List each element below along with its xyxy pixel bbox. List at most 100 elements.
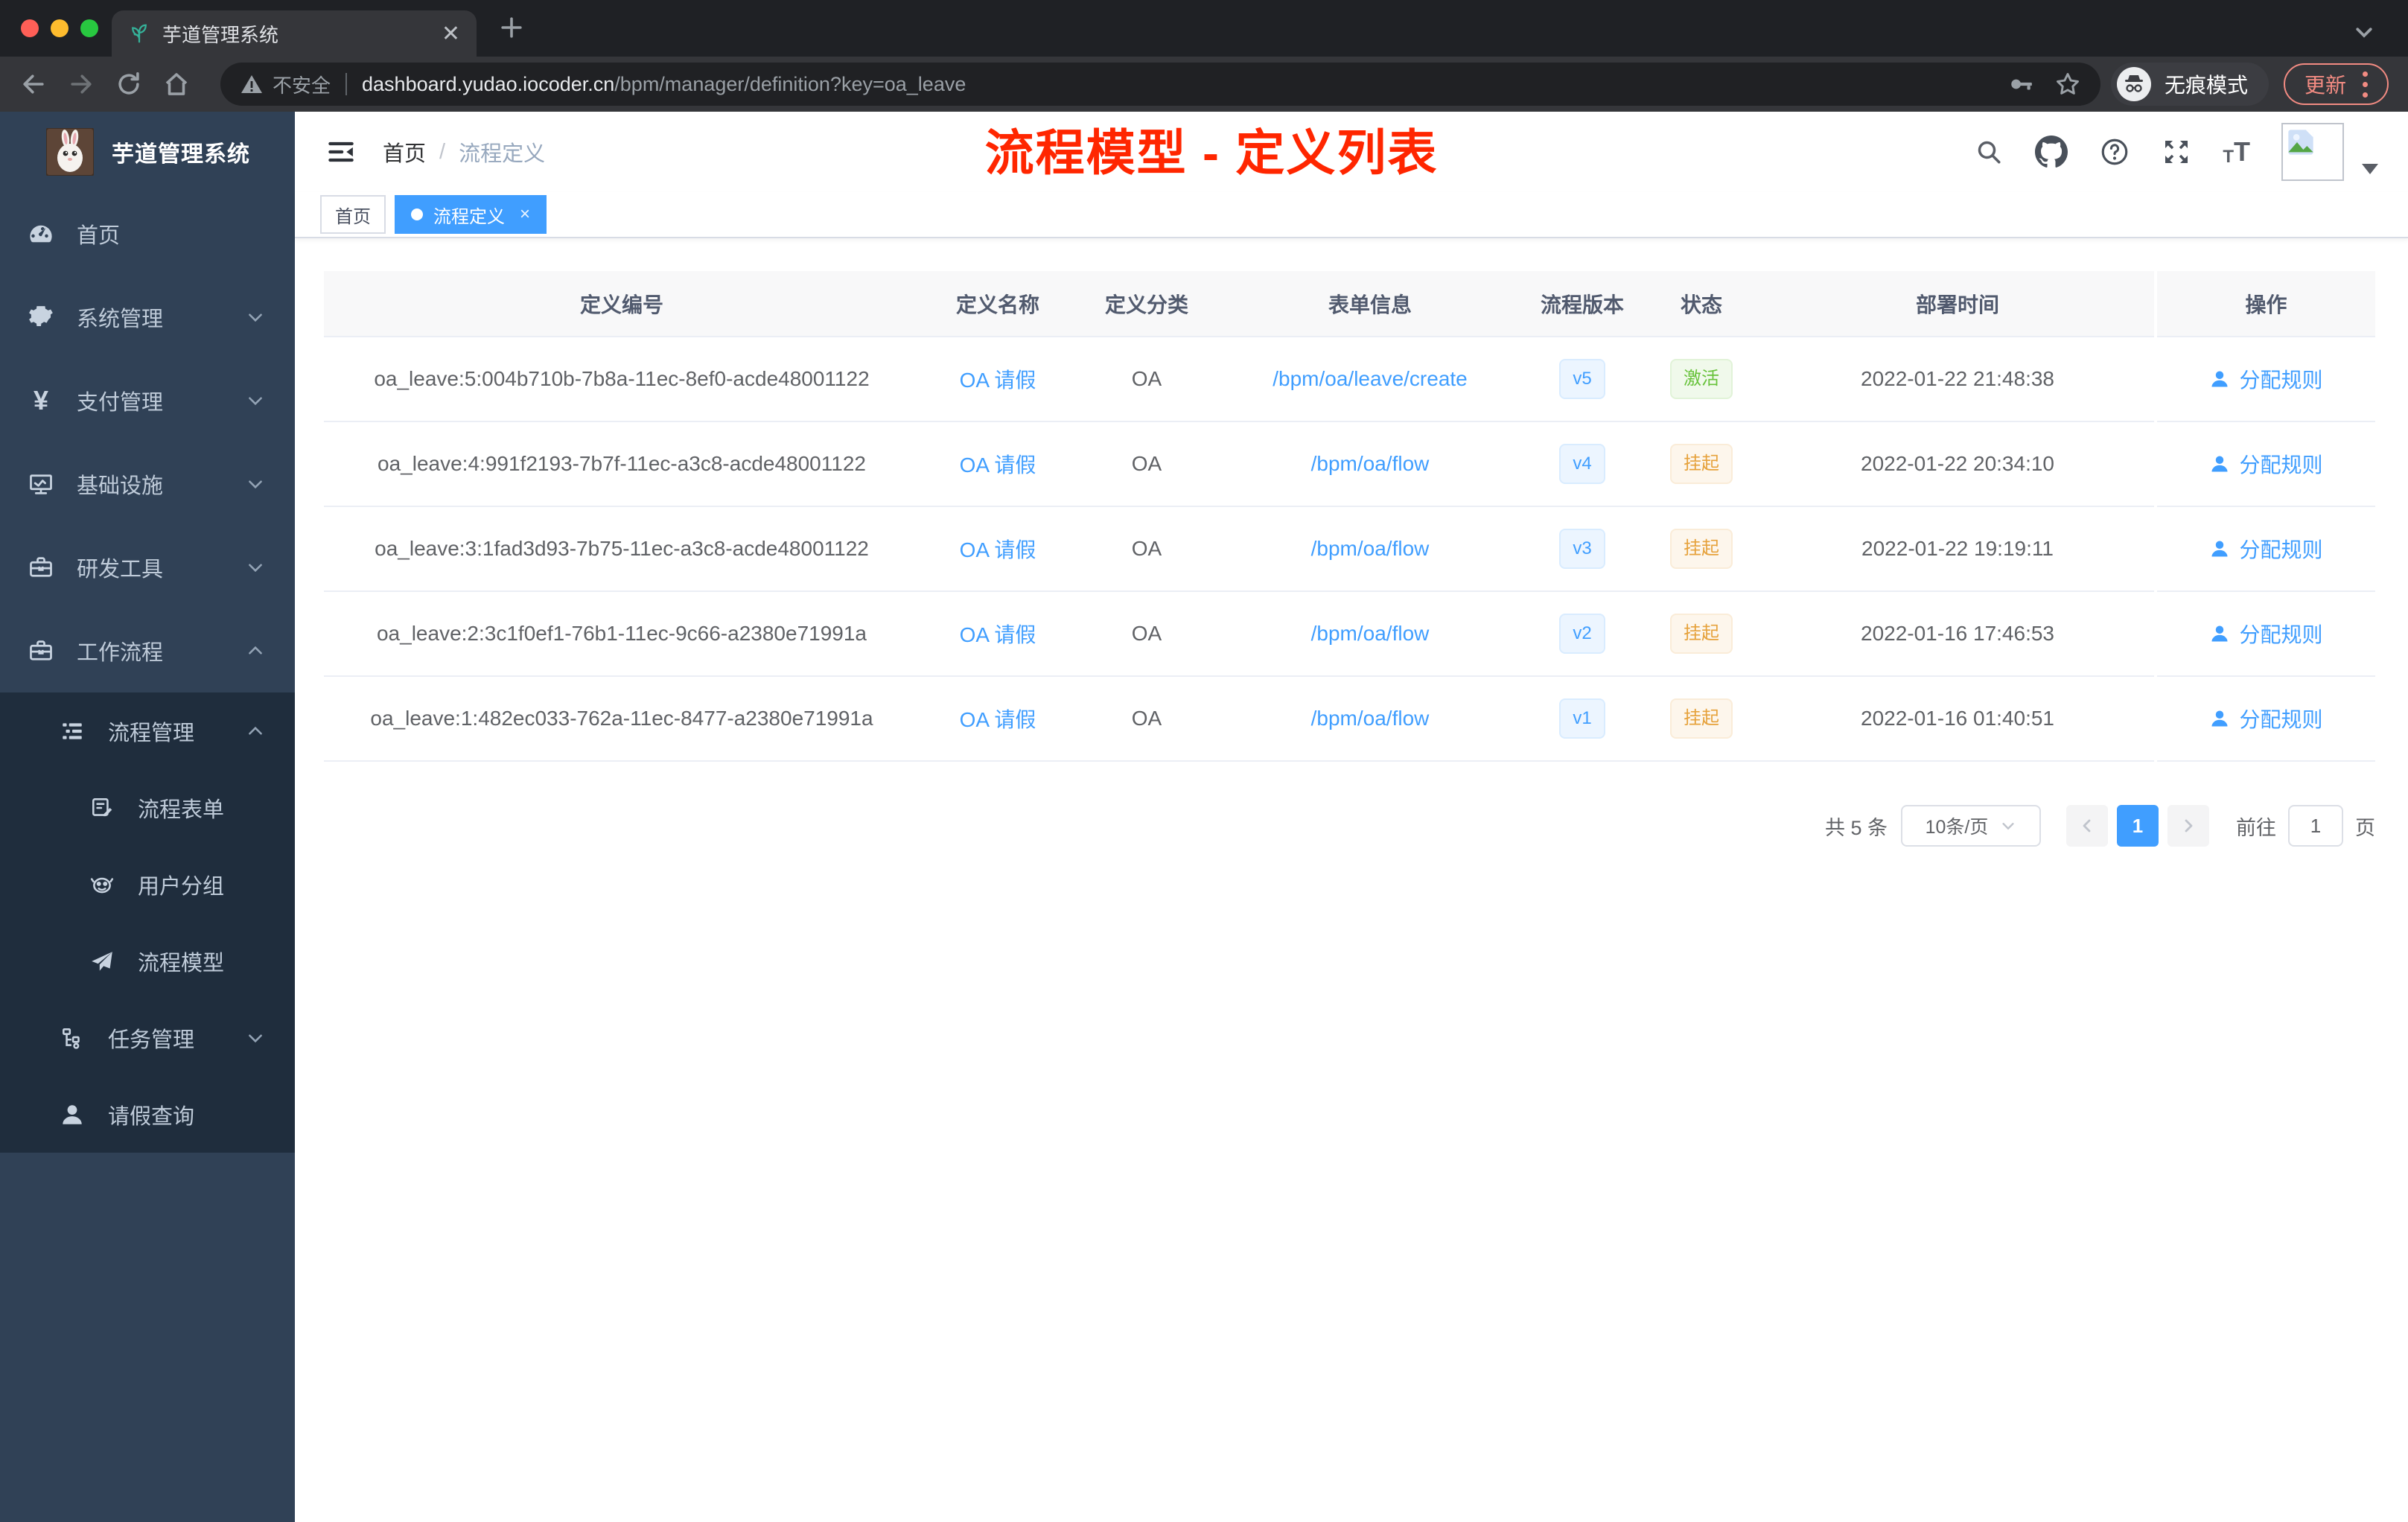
tab-title: 芋道管理系统	[162, 23, 279, 46]
browser-tabstrip: 芋道管理系统 ✕	[0, 0, 2408, 57]
sidebar-item-payment[interactable]: ¥ 支付管理	[0, 359, 295, 442]
sidebar-item-infrastructure[interactable]: 基础设施	[0, 442, 295, 526]
back-button[interactable]	[19, 70, 48, 98]
fullscreen-icon[interactable]	[2162, 137, 2191, 167]
bookmark-star-icon[interactable]	[2054, 71, 2081, 98]
toolbox-icon	[25, 554, 57, 581]
form-info-link[interactable]: /bpm/oa/flow	[1311, 622, 1430, 645]
url-bar[interactable]: 不安全 dashboard.yudao.iocoder.cn/bpm/manag…	[220, 63, 2100, 106]
search-icon[interactable]	[1974, 137, 2004, 167]
version-badge: v3	[1559, 529, 1605, 569]
new-tab-button[interactable]	[497, 13, 526, 45]
version-badge: v1	[1559, 698, 1605, 739]
table-row: oa_leave:5:004b710b-7b8a-11ec-8ef0-acde4…	[324, 337, 2375, 422]
definition-name-link[interactable]: OA 请假	[960, 623, 1036, 646]
cell-category: OA	[1076, 506, 1217, 592]
prev-page-button[interactable]	[2066, 805, 2108, 847]
browser-update-button[interactable]: 更新	[2283, 63, 2389, 105]
chevron-down-icon	[2000, 818, 2016, 834]
sidebar-collapse-icon[interactable]	[325, 136, 357, 168]
breadcrumb-current: 流程定义	[459, 142, 546, 166]
definition-name-link[interactable]: OA 请假	[960, 538, 1036, 561]
sidebar-item-label: 工作流程	[77, 641, 164, 665]
form-info-link[interactable]: /bpm/oa/flow	[1311, 537, 1430, 560]
window-minimize-button[interactable]	[51, 19, 69, 37]
sidebar-item-home[interactable]: 首页	[0, 192, 295, 276]
url-separator	[345, 73, 348, 95]
sidebar-item-process-form[interactable]: 流程表单	[0, 769, 295, 846]
tab-close-icon[interactable]: ✕	[442, 21, 460, 47]
next-page-button[interactable]	[2167, 805, 2209, 847]
breadcrumb-home[interactable]: 首页	[383, 136, 426, 168]
chevron-down-icon	[246, 391, 265, 410]
tag-close-icon[interactable]: ×	[520, 204, 530, 225]
password-key-icon[interactable]	[2008, 71, 2033, 97]
sidebar-item-leave-query[interactable]: 请假查询	[0, 1076, 295, 1153]
font-size-icon[interactable]: TT	[2223, 136, 2250, 168]
status-badge: 激活	[1670, 359, 1733, 399]
sidebar-item-process-management[interactable]: 流程管理	[0, 692, 295, 769]
definition-name-link[interactable]: OA 请假	[960, 369, 1036, 392]
insecure-warning-icon[interactable]	[240, 72, 264, 96]
col-actions: 操作	[2154, 271, 2375, 337]
sidebar-item-system[interactable]: 系统管理	[0, 276, 295, 359]
avatar[interactable]	[2281, 123, 2344, 181]
definition-name-link[interactable]: OA 请假	[960, 708, 1036, 731]
table-row: oa_leave:2:3c1f0ef1-76b1-11ec-9c66-a2380…	[324, 591, 2375, 677]
page-content: 定义编号 定义名称 定义分类 表单信息 流程版本 状态 部署时间 操作 oa_l…	[295, 238, 2408, 1522]
home-button[interactable]	[162, 70, 191, 98]
chevron-up-icon	[246, 722, 265, 741]
tree-icon	[56, 1025, 89, 1051]
assign-rule-button[interactable]: 分配规则	[2209, 619, 2323, 649]
app-logo	[46, 128, 94, 176]
page-size-select[interactable]: 10条/页	[1901, 805, 2041, 847]
breadcrumb-separator: /	[439, 139, 446, 164]
incognito-icon	[2116, 67, 2151, 101]
sidebar-item-process-model[interactable]: 流程模型	[0, 923, 295, 999]
browser-toolbar: 不安全 dashboard.yudao.iocoder.cn/bpm/manag…	[0, 57, 2408, 112]
window-close-button[interactable]	[21, 19, 39, 37]
user-icon	[2211, 541, 2228, 556]
cell-category: OA	[1076, 591, 1217, 677]
form-info-link[interactable]: /bpm/oa/flow	[1311, 707, 1430, 730]
assign-rule-button[interactable]: 分配规则	[2209, 449, 2323, 479]
sidebar-item-user-group[interactable]: 用户分组	[0, 846, 295, 923]
table-row: oa_leave:4:991f2193-7b7f-11ec-a3c8-acde4…	[324, 421, 2375, 507]
avatar-dropdown-caret[interactable]	[2362, 164, 2378, 174]
sidebar-item-task-management[interactable]: 任务管理	[0, 999, 295, 1076]
table-row: oa_leave:1:482ec033-762a-11ec-8477-a2380…	[324, 676, 2375, 762]
browser-tab[interactable]: 芋道管理系统 ✕	[112, 10, 477, 57]
browser-menu-icon[interactable]	[2363, 71, 2368, 98]
version-badge: v2	[1559, 614, 1605, 654]
definition-name-link[interactable]: OA 请假	[960, 453, 1036, 477]
sidebar-item-label: 流程表单	[138, 797, 225, 822]
forward-button[interactable]	[67, 70, 95, 98]
tab-search-chevron-icon[interactable]	[2353, 21, 2375, 47]
breadcrumb: 首页 / 流程定义	[383, 136, 545, 168]
sidebar-item-devtools[interactable]: 研发工具	[0, 526, 295, 609]
form-info-link[interactable]: /bpm/oa/leave/create	[1273, 367, 1468, 390]
col-form-info: 表单信息	[1217, 271, 1523, 337]
tag-process-definition[interactable]: 流程定义 ×	[395, 195, 547, 234]
update-label: 更新	[2304, 74, 2346, 97]
incognito-badge: 无痕模式	[2110, 63, 2269, 106]
insecure-label: 不安全	[273, 74, 331, 97]
sidebar-item-workflow[interactable]: 工作流程	[0, 609, 295, 692]
cell-definition-id: oa_leave:1:482ec033-762a-11ec-8477-a2380…	[324, 676, 920, 762]
gear-icon	[25, 304, 57, 331]
assign-rule-button[interactable]: 分配规则	[2209, 534, 2323, 564]
window-zoom-button[interactable]	[80, 19, 98, 37]
paper-plane-icon	[86, 949, 118, 974]
current-page-button[interactable]: 1	[2117, 805, 2159, 847]
reload-button[interactable]	[115, 70, 143, 98]
chevron-down-icon	[246, 1028, 265, 1048]
assign-rule-button[interactable]: 分配规则	[2209, 704, 2323, 733]
help-icon[interactable]	[2099, 136, 2130, 168]
goto-page-input[interactable]	[2288, 805, 2343, 847]
monitor-icon	[25, 471, 57, 497]
github-icon[interactable]	[2035, 136, 2068, 168]
workflow-submenu: 流程管理 流程表单 用户分组 流程模型 任务管理 请假查询	[0, 692, 295, 1153]
assign-rule-button[interactable]: 分配规则	[2209, 364, 2323, 394]
form-info-link[interactable]: /bpm/oa/flow	[1311, 452, 1430, 475]
tag-home[interactable]: 首页	[320, 195, 386, 234]
